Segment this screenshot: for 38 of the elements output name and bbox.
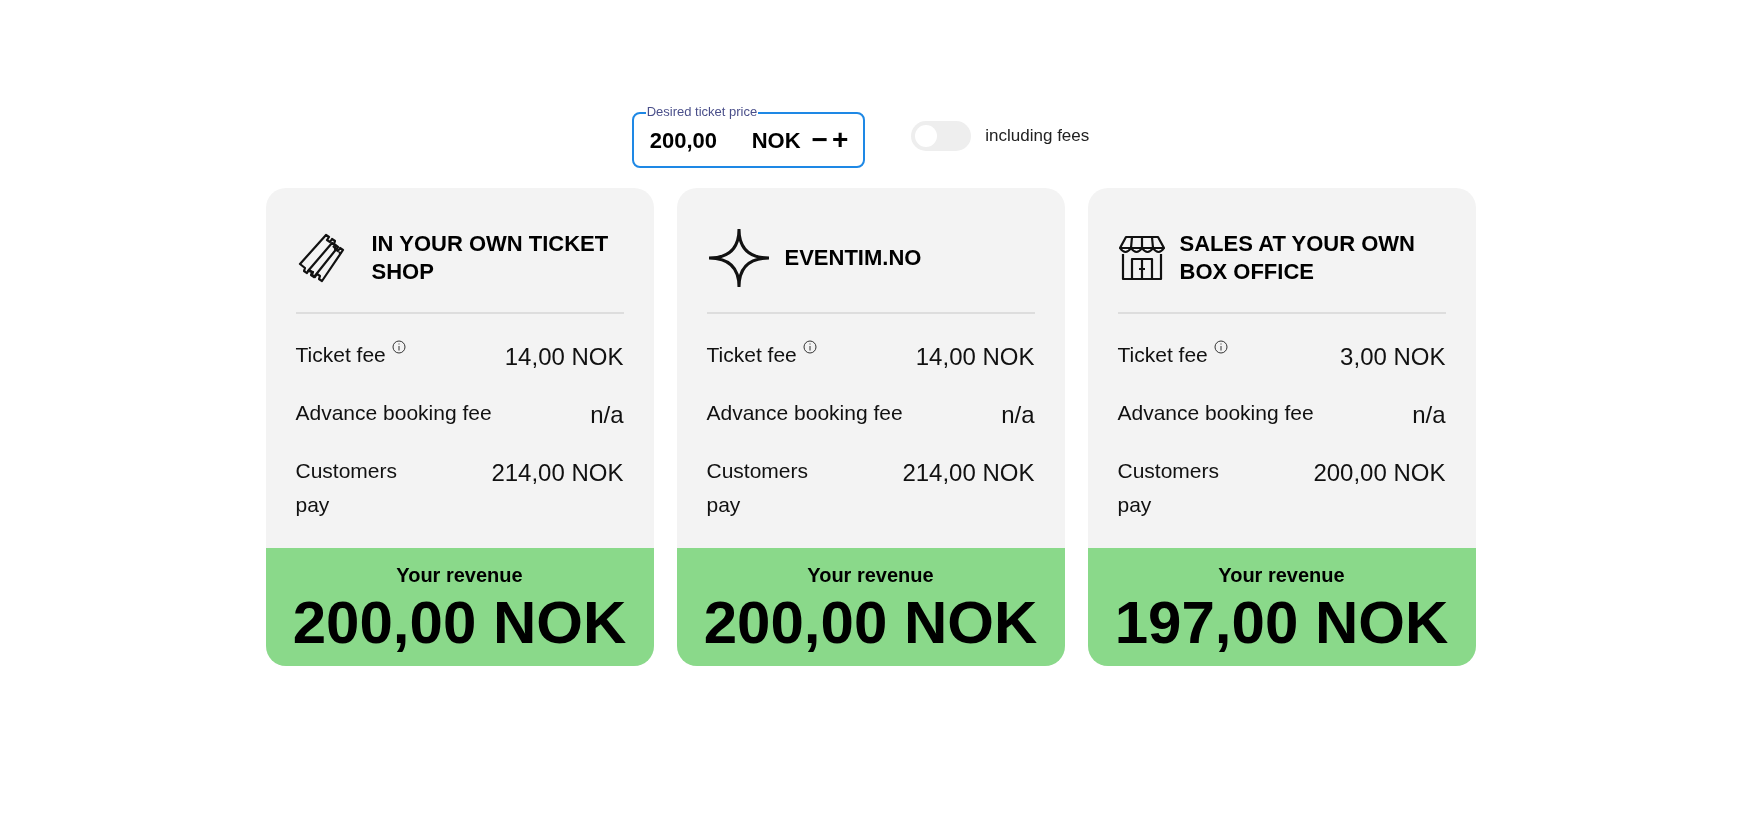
revenue-amount: 200,00 NOK bbox=[292, 588, 627, 658]
fee-value: 14,00 NOK bbox=[504, 342, 624, 372]
info-icon[interactable] bbox=[802, 340, 817, 354]
fee-label: Customers pay bbox=[295, 458, 399, 518]
price-value: 200,00 bbox=[649, 126, 718, 155]
fee-value: n/a bbox=[1412, 400, 1446, 430]
card-title: SALES AT YOUR OWN BOX OFFICE bbox=[1179, 230, 1416, 286]
field-label: Desired ticket price bbox=[645, 104, 759, 120]
fee-label: Advance booking fee bbox=[706, 400, 903, 426]
increase-button[interactable]: + bbox=[830, 126, 850, 154]
revenue-amount: 197,00 NOK bbox=[1114, 588, 1449, 658]
toggle-label: including fees bbox=[985, 125, 1090, 148]
fee-value: n/a bbox=[1001, 400, 1035, 430]
decrease-button[interactable]: − bbox=[810, 126, 829, 154]
fee-label: Ticket fee bbox=[295, 342, 386, 368]
card-title: EVENTIM.NO bbox=[784, 244, 922, 272]
fee-label: Ticket fee bbox=[1117, 342, 1208, 368]
fee-label: Customers pay bbox=[706, 458, 810, 518]
revenue-label: Your revenue bbox=[1218, 563, 1345, 588]
revenue-label: Your revenue bbox=[807, 563, 934, 588]
fee-label: Customers pay bbox=[1117, 458, 1221, 518]
storefront-icon bbox=[1117, 235, 1166, 281]
fee-value: 200,00 NOK bbox=[1313, 458, 1446, 488]
revenue-label: Your revenue bbox=[396, 563, 523, 588]
fee-value: 214,00 NOK bbox=[491, 458, 624, 488]
info-icon[interactable] bbox=[391, 340, 406, 354]
fee-label: Advance booking fee bbox=[295, 400, 492, 426]
sparkle-icon bbox=[706, 227, 771, 289]
fee-label: Advance booking fee bbox=[1117, 400, 1314, 426]
fee-label: Ticket fee bbox=[706, 342, 797, 368]
fee-value: 14,00 NOK bbox=[915, 342, 1035, 372]
fee-value: 214,00 NOK bbox=[902, 458, 1035, 488]
fee-value: 3,00 NOK bbox=[1340, 342, 1446, 372]
currency-label: NOK bbox=[751, 126, 801, 155]
card-title: IN YOUR OWN TICKET SHOP bbox=[371, 230, 610, 286]
revenue-amount: 200,00 NOK bbox=[703, 588, 1038, 658]
fee-value: n/a bbox=[590, 400, 624, 430]
info-icon[interactable] bbox=[1213, 340, 1228, 354]
